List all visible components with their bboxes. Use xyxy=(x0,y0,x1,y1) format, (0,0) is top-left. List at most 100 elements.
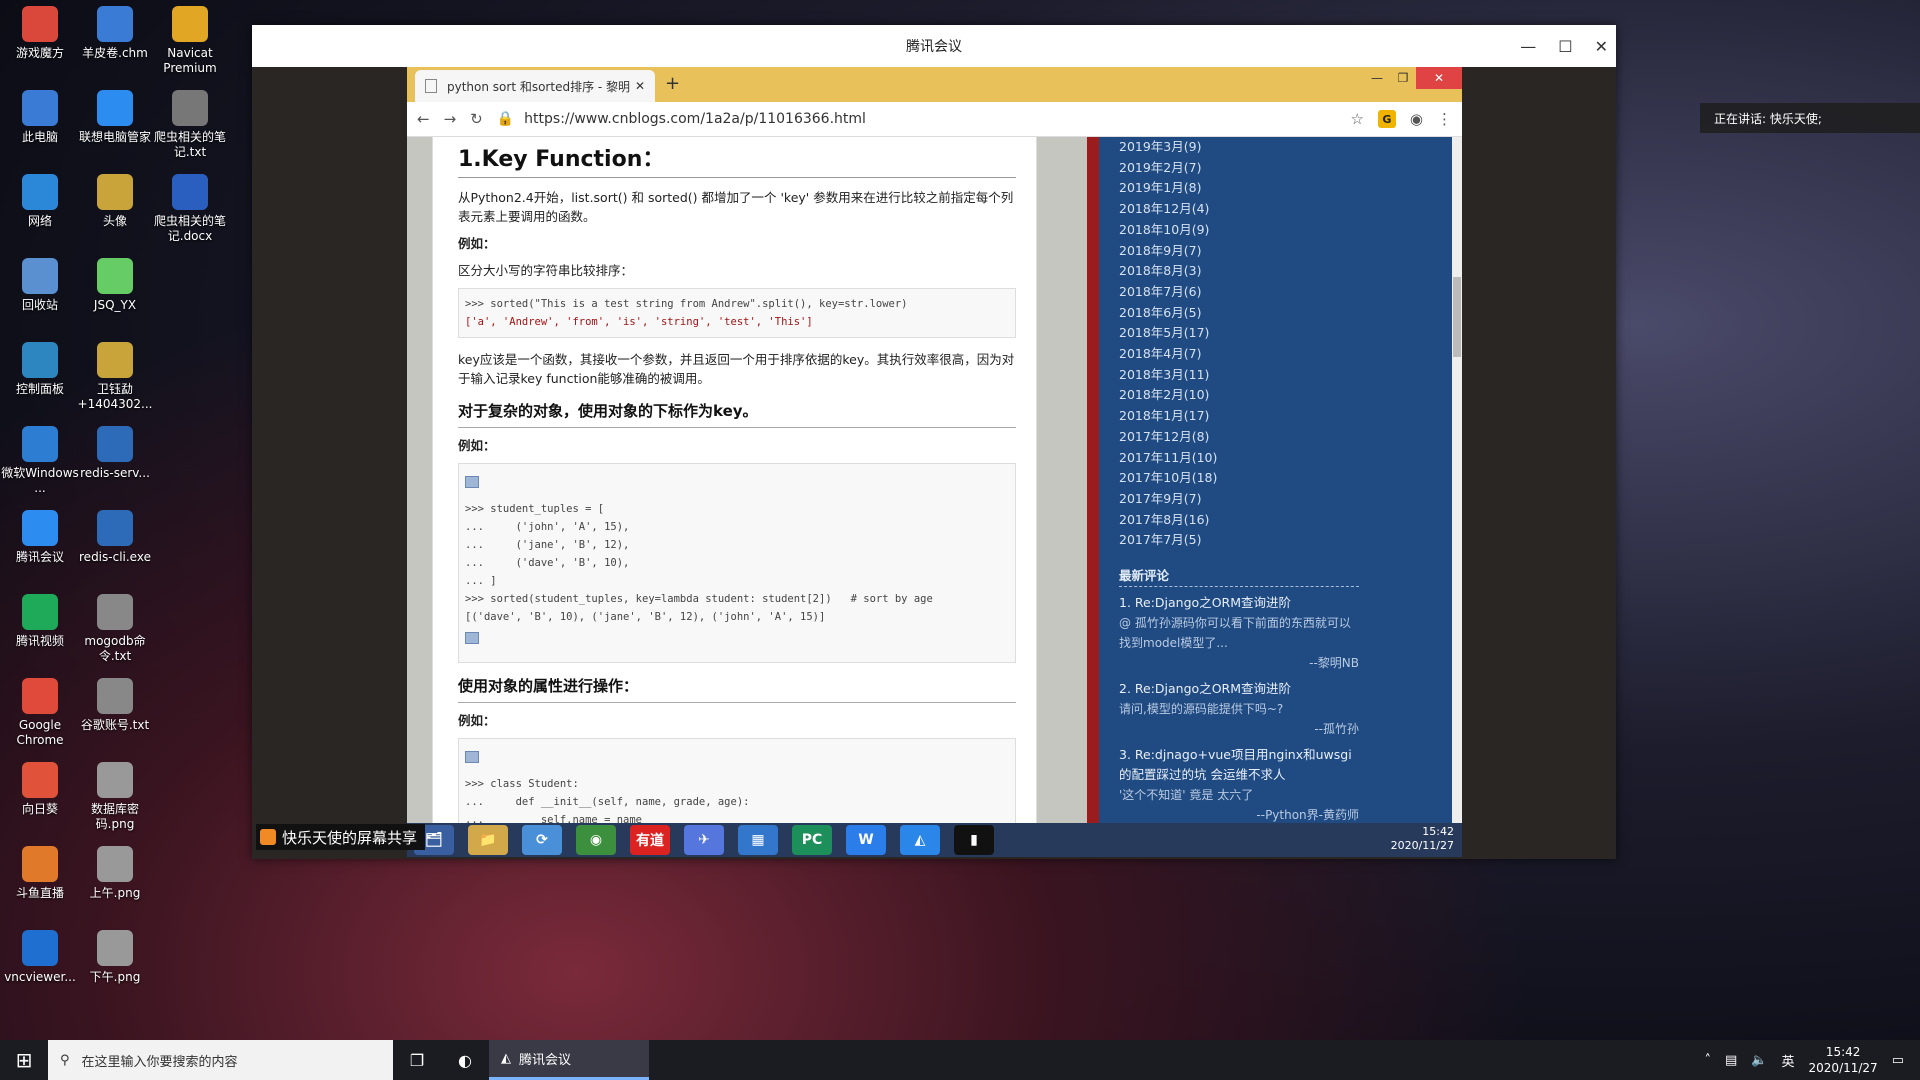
archive-link[interactable]: 2017年12月(8) xyxy=(1119,427,1452,448)
archive-link[interactable]: 2018年12月(4) xyxy=(1119,199,1452,220)
edge-icon[interactable]: ◐ xyxy=(441,1040,489,1080)
desktop-icon[interactable]: 斗鱼直播 xyxy=(0,840,80,901)
desktop-icon[interactable]: 网络 xyxy=(0,168,80,229)
browser-restore-button[interactable]: ❐ xyxy=(1390,67,1416,89)
extension-icon[interactable]: G xyxy=(1377,110,1396,128)
desktop-icon[interactable]: 数据库密码.png xyxy=(75,756,155,832)
comment-title[interactable]: 3. Re:djnago+vue项目用nginx和uwsgi的配置踩过的坑 会运… xyxy=(1119,745,1359,785)
archive-link[interactable]: 2018年3月(11) xyxy=(1119,365,1452,386)
archive-link[interactable]: 2017年9月(7) xyxy=(1119,489,1452,510)
shared-taskbar-app-icon[interactable]: ▦ xyxy=(738,825,778,855)
taskbar-search[interactable]: ⚲ 在这里输入你要搜索的内容 xyxy=(48,1040,393,1080)
comment-title[interactable]: 1. Re:Django之ORM查询进阶 xyxy=(1119,593,1359,613)
maximize-button[interactable]: ☐ xyxy=(1558,37,1572,56)
archive-link[interactable]: 2018年6月(5) xyxy=(1119,303,1452,324)
profile-icon[interactable]: ◉ xyxy=(1410,110,1423,128)
desktop-icon[interactable]: JSQ_YX xyxy=(75,252,155,313)
desktop-icon-label: 腾讯会议 xyxy=(15,550,64,564)
archive-link[interactable]: 2018年5月(17) xyxy=(1119,323,1452,344)
shared-taskbar-app-icon[interactable]: ✈ xyxy=(684,825,724,855)
input-language[interactable]: 英 xyxy=(1782,1051,1795,1070)
browser-tab[interactable]: python sort 和sorted排序 - 黎明 ✕ xyxy=(415,70,655,102)
archive-link[interactable]: 2019年3月(9) xyxy=(1119,137,1452,158)
desktop-icon[interactable]: 腾讯会议 xyxy=(0,504,80,565)
archive-link[interactable]: 2018年4月(7) xyxy=(1119,344,1452,365)
shared-taskbar-app-icon[interactable]: W xyxy=(846,825,886,855)
reload-icon[interactable]: ↻ xyxy=(470,110,483,128)
back-icon[interactable]: ← xyxy=(417,110,430,128)
desktop-icon[interactable]: 谷歌账号.txt xyxy=(75,672,155,733)
address-bar[interactable]: 🔒 https://www.cnblogs.com/1a2a/p/1101636… xyxy=(497,111,1337,127)
archive-link[interactable]: 2017年8月(16) xyxy=(1119,510,1452,531)
copy-code-icon[interactable] xyxy=(465,632,479,644)
desktop-icon[interactable]: 下午.png xyxy=(75,924,155,985)
close-button[interactable]: ✕ xyxy=(1595,37,1608,56)
tab-close-icon[interactable]: ✕ xyxy=(635,79,645,93)
archive-link[interactable]: 2018年2月(10) xyxy=(1119,385,1452,406)
desktop-icon[interactable]: 羊皮卷.chm xyxy=(75,0,155,61)
desktop-icon[interactable]: 爬虫相关的笔记.docx xyxy=(150,168,230,244)
desktop-icon[interactable]: redis-cli.exe xyxy=(75,504,155,565)
url-text: https://www.cnblogs.com/1a2a/p/11016366.… xyxy=(524,111,866,127)
new-tab-button[interactable]: + xyxy=(665,73,680,94)
desktop-icon[interactable]: 向日葵 xyxy=(0,756,80,817)
forward-icon[interactable]: → xyxy=(444,110,457,128)
archive-link[interactable]: 2017年11月(10) xyxy=(1119,448,1452,469)
sidebar-border xyxy=(1087,137,1099,823)
notification-icon[interactable]: ▭ xyxy=(1892,1053,1904,1068)
taskbar-time: 15:42 xyxy=(1825,1045,1861,1059)
browser-close-button[interactable]: ✕ xyxy=(1416,67,1462,89)
desktop-icon[interactable]: Google Chrome xyxy=(0,672,80,748)
desktop-icon[interactable]: 微软Windows ... xyxy=(0,420,80,496)
desktop-icon[interactable]: 头像 xyxy=(75,168,155,229)
archive-link[interactable]: 2018年10月(9) xyxy=(1119,220,1452,241)
archive-link[interactable]: 2018年9月(7) xyxy=(1119,241,1452,262)
comment-title[interactable]: 2. Re:Django之ORM查询进阶 xyxy=(1119,679,1359,699)
desktop-icon[interactable]: 联想电脑管家 xyxy=(75,84,155,145)
menu-icon[interactable]: ⋮ xyxy=(1437,110,1452,128)
bookmark-star-icon[interactable]: ☆ xyxy=(1350,110,1363,128)
task-view-icon[interactable]: ❐ xyxy=(393,1040,441,1080)
desktop-icon[interactable]: mogodb命令.txt xyxy=(75,588,155,664)
desktop-icon[interactable]: redis-serv... xyxy=(75,420,155,481)
desktop-icon[interactable]: 此电脑 xyxy=(0,84,80,145)
shared-taskbar-app-icon[interactable]: 有道 xyxy=(630,825,670,855)
archive-link[interactable]: 2018年7月(6) xyxy=(1119,282,1452,303)
shared-taskbar-app-icon[interactable]: ◭ xyxy=(900,825,940,855)
desktop-icon[interactable]: 回收站 xyxy=(0,252,80,313)
copy-code-icon[interactable] xyxy=(465,751,479,763)
scrollbar-thumb[interactable] xyxy=(1453,277,1461,357)
archive-link[interactable]: 2018年8月(3) xyxy=(1119,261,1452,282)
shared-taskbar-app-icon[interactable]: ▮ xyxy=(954,825,994,855)
desktop-icon[interactable]: Navicat Premium xyxy=(150,0,230,76)
archive-link[interactable]: 2017年10月(18) xyxy=(1119,468,1452,489)
page-scrollbar[interactable] xyxy=(1452,137,1462,823)
archive-link[interactable]: 2018年1月(17) xyxy=(1119,406,1452,427)
browser-minimize-button[interactable]: — xyxy=(1364,67,1390,89)
windows-start-icon[interactable]: ⊞ xyxy=(0,1040,48,1080)
desktop-icon[interactable]: 腾讯视频 xyxy=(0,588,80,649)
taskbar-clock[interactable]: 15:42 2020/11/27 xyxy=(1809,1044,1878,1076)
volume-icon[interactable]: 🔈 xyxy=(1751,1053,1767,1068)
desktop-icon[interactable]: vncviewer... xyxy=(0,924,80,985)
minimize-button[interactable]: — xyxy=(1520,37,1536,56)
desktop-icon[interactable]: 爬虫相关的笔记.txt xyxy=(150,84,230,160)
desktop-icon[interactable]: 游戏魔方 xyxy=(0,0,80,61)
network-icon[interactable]: ▤ xyxy=(1725,1053,1737,1068)
desktop-icon[interactable]: 上午.png xyxy=(75,840,155,901)
archive-link[interactable]: 2019年2月(7) xyxy=(1119,158,1452,179)
shared-taskbar-app-icon[interactable]: ⟳ xyxy=(522,825,562,855)
copy-code-icon[interactable] xyxy=(465,476,479,488)
tray-overflow-icon[interactable]: ˄ xyxy=(1705,1053,1712,1068)
taskbar-app-tencent-meeting[interactable]: ◭ 腾讯会议 xyxy=(489,1040,649,1080)
comment-author: --黎明NB xyxy=(1309,656,1359,671)
desktop-icon[interactable]: 控制面板 xyxy=(0,336,80,397)
shared-taskbar-app-icon[interactable]: 📁 xyxy=(468,825,508,855)
desktop-icon[interactable]: 卫钰勐+1404302... xyxy=(75,336,155,412)
archive-link[interactable]: 2019年1月(8) xyxy=(1119,178,1452,199)
archive-link[interactable]: 2017年7月(5) xyxy=(1119,530,1452,551)
paragraph: 区分大小写的字符串比较排序： xyxy=(458,263,634,278)
shared-taskbar-app-icon[interactable]: ◉ xyxy=(576,825,616,855)
shared-taskbar-app-icon[interactable]: PC xyxy=(792,825,832,855)
control-panel-icon xyxy=(22,342,58,378)
